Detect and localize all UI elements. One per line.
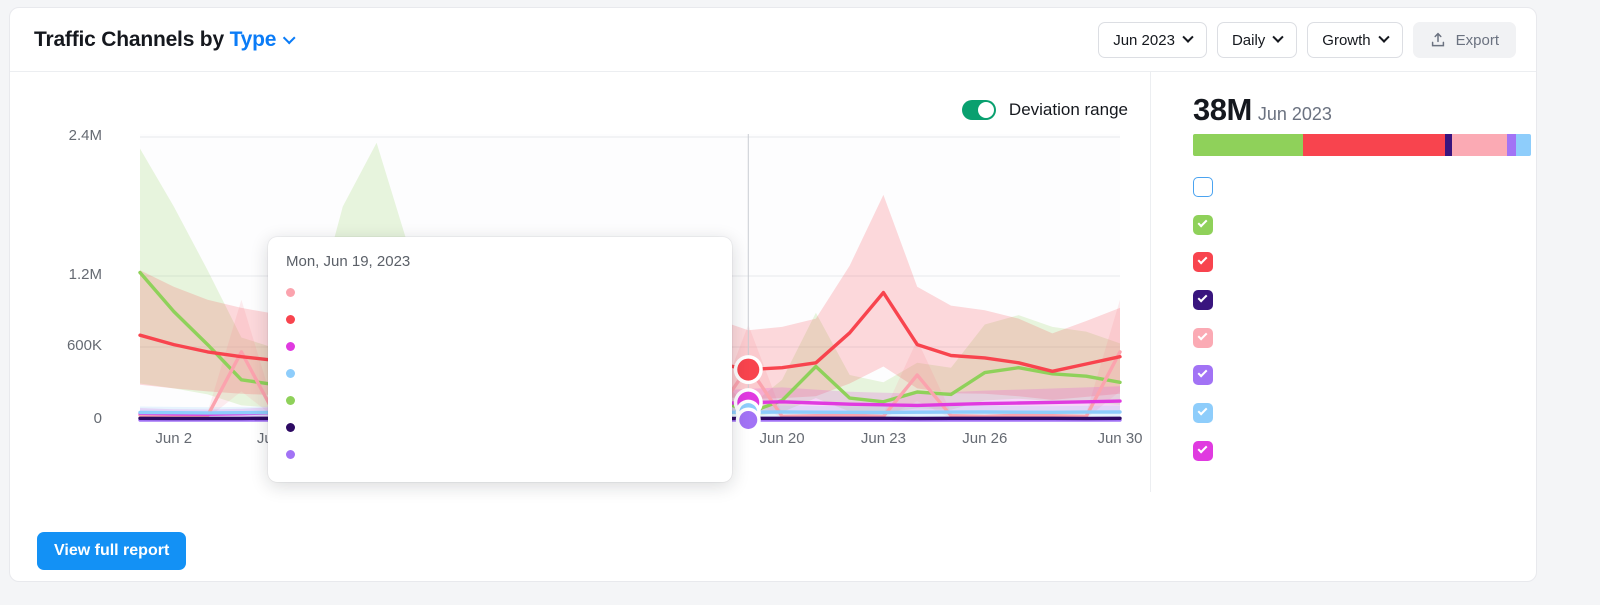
deviation-range-toggle[interactable]: Deviation range — [962, 100, 1128, 120]
check-icon — [1198, 368, 1208, 378]
export-button[interactable]: Export — [1413, 22, 1516, 58]
period-dropdown[interactable]: Jun 2023 — [1098, 22, 1207, 58]
series-color-dot — [286, 396, 295, 405]
metric-dropdown-label: Growth — [1322, 32, 1370, 49]
tooltip-row — [286, 306, 716, 333]
x-axis-tick: Jun 20 — [742, 430, 822, 447]
type-dropdown-trigger[interactable]: Type — [230, 28, 277, 51]
legend-checkbox[interactable] — [1193, 290, 1213, 310]
check-icon — [1198, 292, 1208, 302]
tooltip-row — [286, 441, 716, 468]
legend-panel: 38M Jun 2023 — [1150, 72, 1537, 492]
series-color-dot — [286, 450, 295, 459]
granularity-dropdown[interactable]: Daily — [1217, 22, 1297, 58]
period-dropdown-label: Jun 2023 — [1113, 32, 1175, 49]
header-actions: Jun 2023 Daily Growth Export — [1098, 22, 1516, 58]
series-color-dot — [286, 423, 295, 432]
granularity-dropdown-label: Daily — [1232, 32, 1265, 49]
card-body: Deviation range 0600K1.2M2.4M Jun 2Jun 5… — [10, 72, 1536, 582]
export-icon — [1430, 32, 1446, 48]
legend-item-organic-search[interactable] — [1193, 243, 1533, 281]
legend-checkbox[interactable] — [1193, 328, 1213, 348]
tooltip-row — [286, 360, 716, 387]
chevron-down-icon — [1378, 32, 1389, 43]
y-axis-tick: 0 — [22, 410, 102, 427]
legend-item-display-ads[interactable] — [1193, 432, 1533, 470]
x-axis-tick: Jun 26 — [945, 430, 1025, 447]
stacked-share-bar — [1193, 134, 1531, 156]
legend-checkbox[interactable] — [1193, 403, 1213, 423]
stacked-bar-segment — [1452, 134, 1507, 156]
check-icon — [1198, 406, 1208, 416]
legend-item-paid-search[interactable] — [1193, 281, 1533, 319]
metric-dropdown[interactable]: Growth — [1307, 22, 1402, 58]
series-color-dot — [286, 342, 295, 351]
y-axis-tick: 600K — [22, 337, 102, 354]
deviation-range-switch[interactable] — [962, 100, 996, 120]
legend-checkbox[interactable] — [1193, 177, 1213, 197]
legend-item-paid-social[interactable] — [1193, 356, 1533, 394]
deviation-range-label: Deviation range — [1009, 100, 1128, 120]
chevron-down-icon — [1273, 32, 1284, 43]
card-header: Traffic Channels by Type Jun 2023 Daily … — [10, 8, 1536, 72]
legend-checkbox[interactable] — [1193, 215, 1213, 235]
total-value: 38M — [1193, 92, 1252, 127]
chart-tooltip: Mon, Jun 19, 2023 — [268, 237, 732, 482]
chart-area: Deviation range 0600K1.2M2.4M Jun 2Jun 5… — [10, 72, 1150, 582]
legend-list — [1193, 168, 1533, 470]
legend-checkbox[interactable] — [1193, 441, 1213, 461]
summary-total: 38M Jun 2023 — [1193, 92, 1332, 128]
legend-item-organic-social[interactable] — [1193, 319, 1533, 357]
tooltip-row — [286, 414, 716, 441]
tooltip-date: Mon, Jun 19, 2023 — [286, 253, 716, 270]
tooltip-row — [286, 279, 716, 306]
check-icon — [1198, 330, 1208, 340]
series-color-dot — [286, 288, 295, 297]
legend-checkbox[interactable] — [1193, 365, 1213, 385]
stacked-bar-segment — [1516, 134, 1531, 156]
legend-item-direct[interactable] — [1193, 168, 1533, 206]
view-full-report-button[interactable]: View full report — [37, 532, 186, 570]
stacked-bar-segment — [1303, 134, 1445, 156]
stacked-bar-segment — [1507, 134, 1516, 156]
y-axis-tick: 2.4M — [22, 127, 102, 144]
page-title-prefix: Traffic Channels by — [34, 28, 224, 51]
chevron-down-icon[interactable] — [283, 32, 296, 45]
tooltip-row — [286, 333, 716, 360]
series-color-dot — [286, 369, 295, 378]
stacked-bar-segment — [1445, 134, 1452, 156]
legend-item-referral[interactable] — [1193, 206, 1533, 244]
check-icon — [1198, 255, 1208, 265]
chevron-down-icon — [1182, 32, 1193, 43]
tooltip-rows — [286, 279, 716, 468]
check-icon — [1198, 217, 1208, 227]
x-axis-tick: Jun 23 — [843, 430, 923, 447]
stacked-bar-segment — [1193, 134, 1303, 156]
export-button-label: Export — [1456, 32, 1499, 49]
legend-item-email[interactable] — [1193, 394, 1533, 432]
x-axis-tick: Jun 30 — [1080, 430, 1160, 447]
legend-checkbox[interactable] — [1193, 252, 1213, 272]
check-icon — [1198, 443, 1208, 453]
tooltip-row — [286, 387, 716, 414]
y-axis-tick: 1.2M — [22, 266, 102, 283]
traffic-channels-card: Traffic Channels by Type Jun 2023 Daily … — [9, 7, 1537, 582]
total-period: Jun 2023 — [1258, 104, 1332, 124]
series-color-dot — [286, 315, 295, 324]
page-title: Traffic Channels by Type — [34, 28, 293, 52]
x-axis-tick: Jun 2 — [134, 430, 214, 447]
